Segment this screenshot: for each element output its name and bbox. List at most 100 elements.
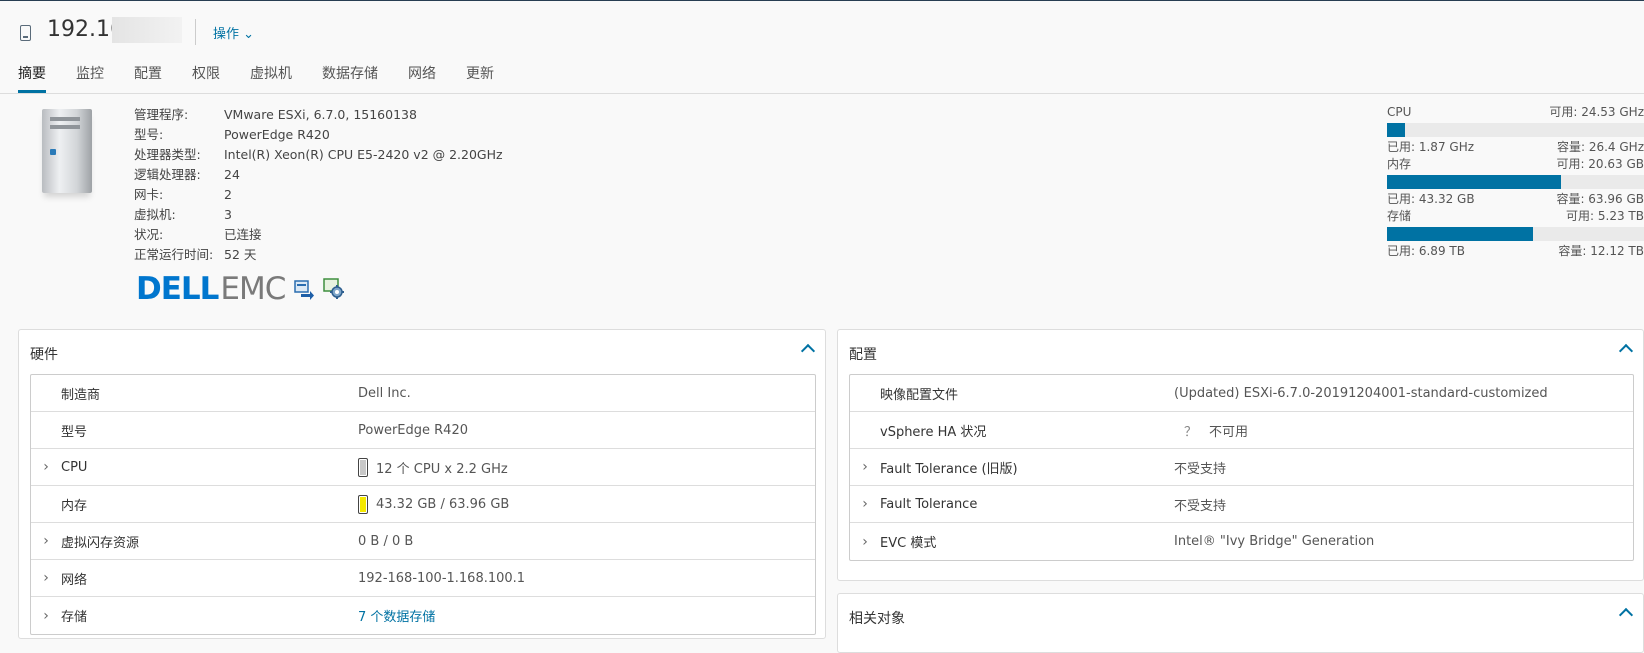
- resource-name: 内存: [1387, 157, 1412, 171]
- row-key: 存储: [61, 610, 88, 625]
- memory-value: 43.32 GB / 63.96 GB: [376, 496, 510, 512]
- row-key: 虚拟闪存资源: [61, 535, 140, 551]
- datastores-link[interactable]: 7 个数据存储: [358, 606, 435, 625]
- row-value: Dell Inc.: [358, 385, 411, 401]
- expand-icon[interactable]: ›: [31, 459, 61, 475]
- collapse-configuration-icon[interactable]: [1618, 343, 1634, 359]
- table-row[interactable]: › Fault Tolerance 不受支持: [850, 486, 1633, 523]
- expand-icon[interactable]: ›: [31, 608, 61, 624]
- info-key: 管理程序:: [134, 107, 189, 122]
- resource-used: 已用: 1.87 GHz: [1387, 140, 1475, 154]
- expand-icon[interactable]: ›: [850, 459, 880, 475]
- tab-updates[interactable]: 更新: [466, 63, 494, 93]
- row-key: 映像配置文件: [880, 387, 959, 403]
- row-value: 不受支持: [1174, 498, 1227, 514]
- collapse-related-objects-icon[interactable]: [1618, 607, 1634, 623]
- table-row[interactable]: › EVC 模式 Intel® "Ivy Bridge" Generation: [850, 523, 1633, 560]
- dell-settings-icon[interactable]: [323, 278, 345, 300]
- expand-icon[interactable]: ›: [31, 533, 61, 549]
- configuration-card: 配置 › 映像配置文件 (Updated) ESXi-6.7.0-2019120…: [837, 329, 1644, 581]
- table-row: › 型号 PowerEdge R420: [31, 412, 815, 449]
- hardware-card-title: 硬件: [30, 347, 58, 363]
- info-value: VMware ESXi, 6.7.0, 15160138: [224, 107, 417, 122]
- table-row: › vSphere HA 状况 ？ 不可用: [850, 412, 1633, 449]
- resource-memory: 内存 可用: 20.63 GB 已用: 43.32 GB 容量: 63.96 GB: [1387, 156, 1644, 207]
- header-divider: [195, 19, 196, 45]
- resource-capacity: 容量: 26.4 GHz: [1556, 140, 1644, 154]
- table-row: › 映像配置文件 (Updated) ESXi-6.7.0-2019120400…: [850, 375, 1633, 412]
- table-row[interactable]: › CPU 12 个 CPU x 2.2 GHz: [31, 449, 815, 486]
- resource-free: 可用: 5.23 TB: [1566, 209, 1644, 223]
- configuration-table: › 映像配置文件 (Updated) ESXi-6.7.0-2019120400…: [849, 374, 1634, 561]
- resource-storage: 存储 可用: 5.23 TB 已用: 6.89 TB 容量: 12.12 TB: [1387, 208, 1644, 259]
- tab-bar: 摘要 监控 配置 权限 虚拟机 数据存储 网络 更新: [18, 63, 524, 93]
- resource-used: 已用: 43.32 GB: [1387, 192, 1475, 206]
- resource-bar: [1387, 123, 1644, 137]
- row-value: 不受支持: [1174, 461, 1227, 477]
- host-info: 管理程序: VMware ESXi, 6.7.0, 15160138 型号: Pow…: [134, 105, 503, 265]
- resource-name: CPU: [1387, 105, 1412, 119]
- table-row[interactable]: › Fault Tolerance (旧版) 不受支持: [850, 449, 1633, 486]
- expand-icon[interactable]: ›: [850, 496, 880, 512]
- resource-bar: [1387, 227, 1644, 241]
- row-key: 内存: [61, 498, 88, 514]
- cpu-meter-icon: [358, 457, 368, 477]
- row-value: PowerEdge R420: [358, 422, 468, 438]
- row-key: Fault Tolerance: [880, 496, 978, 512]
- table-row: › 内存 43.32 GB / 63.96 GB: [31, 486, 815, 523]
- tab-datastores[interactable]: 数据存储: [322, 63, 378, 93]
- row-value: Intel® "Ivy Bridge" Generation: [1174, 534, 1375, 549]
- table-row[interactable]: › 虚拟闪存资源 0 B / 0 B: [31, 523, 815, 560]
- logo-suffix: EMC: [220, 271, 286, 307]
- tab-vms[interactable]: 虚拟机: [250, 63, 292, 93]
- expand-icon[interactable]: ›: [31, 570, 61, 586]
- row-value: 12 个 CPU x 2.2 GHz: [358, 457, 508, 477]
- collapse-hardware-icon[interactable]: [800, 343, 816, 359]
- info-value: 24: [224, 167, 240, 182]
- redacted-ip-mask: [112, 17, 182, 43]
- resource-free: 可用: 24.53 GHz: [1549, 105, 1644, 119]
- row-key: 型号: [61, 424, 88, 440]
- tab-permissions[interactable]: 权限: [192, 63, 220, 93]
- hardware-card: 硬件 › 制造商 Dell Inc. › 型号 PowerEdge R420 ›…: [18, 329, 826, 639]
- info-value: 已连接: [224, 227, 262, 242]
- ha-status-value: 不可用: [1209, 424, 1249, 440]
- logo-brand: DELL: [136, 271, 219, 307]
- resource-name: 存储: [1387, 209, 1412, 223]
- cpu-meter-fill: [360, 459, 366, 475]
- resource-fill: [1387, 227, 1533, 241]
- info-value: Intel(R) Xeon(R) CPU E5-2420 v2 @ 2.20GH…: [224, 147, 503, 162]
- expand-icon[interactable]: ›: [850, 534, 880, 550]
- tab-configure[interactable]: 配置: [134, 63, 162, 93]
- info-value: 3: [224, 207, 232, 222]
- dell-launch-icon[interactable]: [293, 278, 315, 300]
- resource-used: 已用: 6.89 TB: [1387, 244, 1465, 258]
- info-key: 型号:: [134, 127, 164, 142]
- row-value: (Updated) ESXi-6.7.0-20191204001-standar…: [1174, 385, 1548, 401]
- memory-meter-fill: [360, 496, 366, 512]
- info-key: 网卡:: [134, 187, 164, 202]
- resource-free: 可用: 20.63 GB: [1556, 157, 1644, 171]
- row-key: vSphere HA 状况: [880, 424, 987, 440]
- server-image: [42, 109, 92, 193]
- cpu-value: 12 个 CPU x 2.2 GHz: [376, 461, 508, 477]
- related-objects-card-title: 相关对象: [849, 611, 905, 627]
- tab-divider: [0, 93, 1644, 94]
- resource-fill: [1387, 123, 1406, 137]
- tab-summary[interactable]: 摘要: [18, 63, 46, 93]
- row-key: 网络: [61, 572, 88, 588]
- table-row[interactable]: › 网络 192-168-100-1.168.100.1: [31, 560, 815, 597]
- tab-monitor[interactable]: 监控: [76, 63, 104, 93]
- info-key: 处理器类型:: [134, 147, 201, 162]
- actions-menu-button[interactable]: 操作 ⌄: [213, 23, 254, 42]
- resource-bar: [1387, 175, 1644, 189]
- configuration-card-title: 配置: [849, 347, 877, 363]
- resource-capacity: 容量: 12.12 TB: [1558, 244, 1644, 258]
- tab-networks[interactable]: 网络: [408, 63, 436, 93]
- info-key: 逻辑处理器:: [134, 167, 201, 182]
- info-key: 虚拟机:: [134, 207, 176, 222]
- table-row[interactable]: › 存储 7 个数据存储: [31, 597, 815, 634]
- help-icon[interactable]: ？: [1184, 421, 1197, 440]
- row-value: ？ 不可用: [1174, 421, 1248, 440]
- row-key: 制造商: [61, 387, 101, 403]
